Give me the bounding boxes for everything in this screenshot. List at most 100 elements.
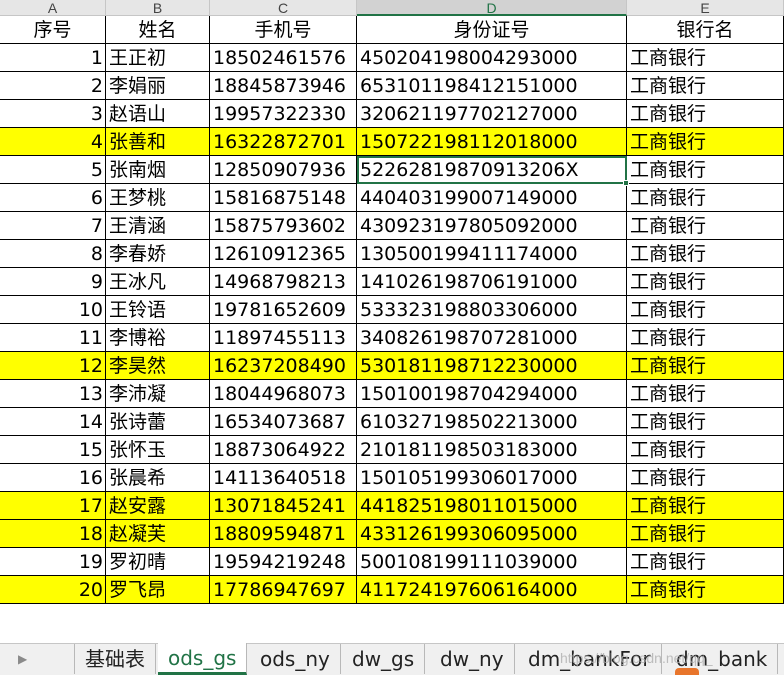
cell-name[interactable]: 王正初	[106, 44, 210, 72]
cell-name[interactable]: 李博裕	[106, 324, 210, 352]
sheet-tab[interactable]: 基础表	[74, 644, 156, 674]
cell-bank[interactable]: 工商银行	[627, 240, 784, 268]
cell-bank[interactable]: 工商银行	[627, 492, 784, 520]
cell-phone[interactable]: 11897455113	[210, 324, 357, 352]
cell-no[interactable]: 15	[0, 436, 106, 464]
cell-id[interactable]: 533323198803306000	[357, 296, 627, 324]
cell-id[interactable]: 130500199411174000	[357, 240, 627, 268]
cell-phone[interactable]: 18502461576	[210, 44, 357, 72]
cell-id[interactable]: 610327198502213000	[357, 408, 627, 436]
cell-id[interactable]: 450204198004293000	[357, 44, 627, 72]
cell-phone[interactable]: 16237208490	[210, 352, 357, 380]
cell-no[interactable]: 18	[0, 520, 106, 548]
cell-id[interactable]: 441825198011015000	[357, 492, 627, 520]
cell-id[interactable]: 340826198707281000	[357, 324, 627, 352]
cell-no[interactable]: 17	[0, 492, 106, 520]
cell-bank[interactable]: 工商银行	[627, 100, 784, 128]
cell-id[interactable]: 530181198712230000	[357, 352, 627, 380]
cell-phone[interactable]: 15816875148	[210, 184, 357, 212]
cell-name[interactable]: 李沛凝	[106, 380, 210, 408]
cell-id[interactable]: 433126199306095000	[357, 520, 627, 548]
cell-name[interactable]: 王铃语	[106, 296, 210, 324]
cell-phone[interactable]: 19781652609	[210, 296, 357, 324]
cell-no[interactable]: 1	[0, 44, 106, 72]
cell-bank[interactable]: 工商银行	[627, 352, 784, 380]
sheet-tab[interactable]: dm_bankFor	[518, 644, 662, 674]
cell-id[interactable]: 150105199306017000	[357, 464, 627, 492]
fill-handle[interactable]	[623, 180, 629, 186]
cell-phone[interactable]: 13071845241	[210, 492, 357, 520]
cell-name[interactable]: 张晨希	[106, 464, 210, 492]
cell-no[interactable]: 4	[0, 128, 106, 156]
cell-id[interactable]: 150722198112018000	[357, 128, 627, 156]
cell-bank[interactable]: 工商银行	[627, 212, 784, 240]
cell-phone[interactable]: 16322872701	[210, 128, 357, 156]
cell-bank[interactable]: 工商银行	[627, 268, 784, 296]
cell-bank[interactable]: 工商银行	[627, 436, 784, 464]
cell-name[interactable]: 李昊然	[106, 352, 210, 380]
cell-id[interactable]: 440403199007149000	[357, 184, 627, 212]
cell-id[interactable]: 210181198503183000	[357, 436, 627, 464]
cell-bank[interactable]: 工商银行	[627, 408, 784, 436]
column-header-e[interactable]: E	[627, 0, 784, 16]
cell-phone[interactable]: 18809594871	[210, 520, 357, 548]
cell-no[interactable]: 10	[0, 296, 106, 324]
cell-id[interactable]: 141026198706191000	[357, 268, 627, 296]
cell-bank[interactable]: 工商银行	[627, 324, 784, 352]
cell-id[interactable]: 150100198704294000	[357, 380, 627, 408]
cell-no[interactable]: 6	[0, 184, 106, 212]
cell-bank[interactable]: 工商银行	[627, 520, 784, 548]
cell-name[interactable]: 罗飞昂	[106, 576, 210, 604]
cell-name[interactable]: 张诗蕾	[106, 408, 210, 436]
column-header-a[interactable]: A	[0, 0, 106, 16]
cell-id[interactable]: 52262819870913206X	[357, 156, 627, 184]
cell-no[interactable]: 12	[0, 352, 106, 380]
cell-no[interactable]: 5	[0, 156, 106, 184]
cell-phone[interactable]: 18044968073	[210, 380, 357, 408]
cell-no[interactable]: 2	[0, 72, 106, 100]
cell-id[interactable]: 500108199111039000	[357, 548, 627, 576]
cell-id[interactable]: 320621197702127000	[357, 100, 627, 128]
cell-phone[interactable]: 19957322330	[210, 100, 357, 128]
column-header-b[interactable]: B	[106, 0, 210, 16]
cell-phone[interactable]: 18873064922	[210, 436, 357, 464]
cell-bank[interactable]: 工商银行	[627, 156, 784, 184]
cell-bank[interactable]: 工商银行	[627, 128, 784, 156]
column-header-c[interactable]: C	[210, 0, 357, 16]
cell-bank[interactable]: 工商银行	[627, 576, 784, 604]
cell-no[interactable]: 9	[0, 268, 106, 296]
cell-name[interactable]: 王清涵	[106, 212, 210, 240]
cell-id[interactable]: 653101198412151000	[357, 72, 627, 100]
cell-name[interactable]: 罗初晴	[106, 548, 210, 576]
cell-name[interactable]: 李春娇	[106, 240, 210, 268]
header-cell[interactable]: 序号	[0, 16, 106, 44]
cell-name[interactable]: 张怀玉	[106, 436, 210, 464]
cell-no[interactable]: 3	[0, 100, 106, 128]
cell-no[interactable]: 8	[0, 240, 106, 268]
cell-name[interactable]: 张善和	[106, 128, 210, 156]
cell-no[interactable]: 20	[0, 576, 106, 604]
sheet-tab[interactable]: ods_gs	[158, 643, 248, 675]
cell-no[interactable]: 19	[0, 548, 106, 576]
cell-phone[interactable]: 18845873946	[210, 72, 357, 100]
header-cell[interactable]: 姓名	[106, 16, 210, 44]
cell-bank[interactable]: 工商银行	[627, 548, 784, 576]
cell-name[interactable]: 王梦桃	[106, 184, 210, 212]
header-cell[interactable]: 手机号	[210, 16, 357, 44]
cell-name[interactable]: 李娟丽	[106, 72, 210, 100]
header-cell[interactable]: 身份证号	[357, 16, 627, 44]
cell-name[interactable]: 赵语山	[106, 100, 210, 128]
cell-bank[interactable]: 工商银行	[627, 72, 784, 100]
cell-no[interactable]: 11	[0, 324, 106, 352]
cell-bank[interactable]: 工商银行	[627, 380, 784, 408]
cell-name[interactable]: 赵凝芙	[106, 520, 210, 548]
cell-bank[interactable]: 工商银行	[627, 44, 784, 72]
cell-no[interactable]: 16	[0, 464, 106, 492]
cell-id[interactable]: 411724197606164000	[357, 576, 627, 604]
cell-bank[interactable]: 工商银行	[627, 184, 784, 212]
sheet-tab[interactable]: ods_ny	[250, 644, 341, 674]
cell-no[interactable]: 13	[0, 380, 106, 408]
sheet-tab[interactable]: dw_ny	[430, 644, 515, 674]
column-header-d[interactable]: D	[357, 0, 627, 16]
header-cell[interactable]: 银行名	[627, 16, 784, 44]
